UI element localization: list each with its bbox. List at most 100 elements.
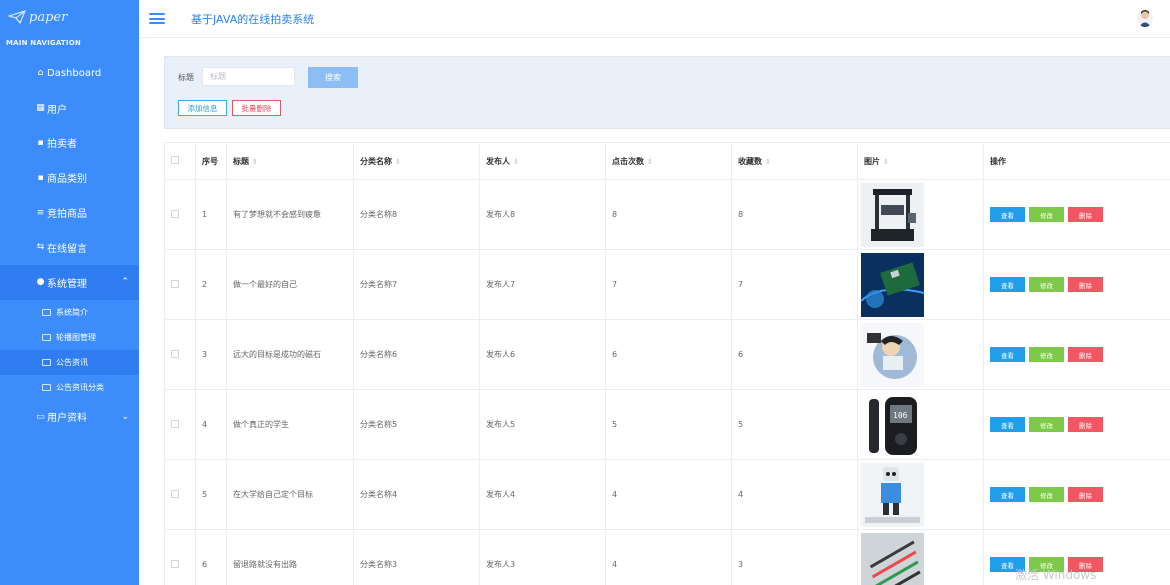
delete-button[interactable]: 删除 xyxy=(1068,487,1103,502)
product-image[interactable] xyxy=(861,322,924,387)
row-actions: 查看 修改 删除 xyxy=(983,319,1170,390)
main-content: 标题 搜索 添加信息 批量删除 序号 标题⇕ 分类名称⇕ 发布人⇕ 点击次数⇕ … xyxy=(139,39,1170,585)
column-header[interactable]: 图片 ⇕ xyxy=(857,142,984,180)
delete-button[interactable]: 删除 xyxy=(1068,417,1103,432)
view-button[interactable]: 查看 xyxy=(990,487,1025,502)
sidebar-subitem-news-category[interactable]: 公告资讯分类 xyxy=(0,375,139,400)
delete-button[interactable]: 删除 xyxy=(1068,207,1103,222)
view-button[interactable]: 查看 xyxy=(990,277,1025,292)
sidebar-item-dashboard[interactable]: ⌂ Dashboard xyxy=(0,56,139,91)
column-header[interactable]: 标题 ⇕ xyxy=(226,142,354,180)
view-button[interactable]: 查看 xyxy=(990,347,1025,362)
search-input[interactable] xyxy=(202,67,295,86)
grid-icon: ▦ xyxy=(36,103,45,114)
edit-button[interactable]: 修改 xyxy=(1029,487,1064,502)
table-row: 4 做个真正的学生 分类名称5 发布人5 5 5 106 查看 修改 删除 xyxy=(164,389,1170,460)
sort-icon[interactable]: ⇕ xyxy=(765,158,771,166)
edit-button[interactable]: 修改 xyxy=(1029,207,1064,222)
edit-button[interactable]: 修改 xyxy=(1029,277,1064,292)
sort-icon[interactable]: ⇕ xyxy=(647,158,653,166)
product-image[interactable] xyxy=(861,532,924,585)
sidebar-subitem-label: 系统简介 xyxy=(56,307,88,317)
sort-icon[interactable]: ⇕ xyxy=(513,158,519,166)
row-title: 远大的目标是成功的磁石 xyxy=(226,319,354,390)
column-header[interactable]: 序号 xyxy=(195,142,227,180)
product-image[interactable] xyxy=(861,462,924,527)
view-button[interactable]: 查看 xyxy=(990,207,1025,222)
product-image[interactable] xyxy=(861,182,924,247)
row-favorites: 5 xyxy=(731,389,858,460)
column-header[interactable]: 收藏数 ⇕ xyxy=(731,142,858,180)
row-select-cell xyxy=(164,249,196,320)
sidebar-subitem-label: 公告资讯分类 xyxy=(56,382,104,392)
row-checkbox[interactable] xyxy=(171,349,179,358)
table-row: 2 做一个最好的自己 分类名称7 发布人7 7 7 查看 修改 删除 xyxy=(164,249,1170,320)
sidebar-item-system[interactable]: ● 系统管理 ⌃ xyxy=(0,264,151,300)
row-favorites: 6 xyxy=(731,319,858,390)
edit-button[interactable]: 修改 xyxy=(1029,347,1064,362)
sidebar-item-profile[interactable]: ▭ 用户资料 ⌄ xyxy=(0,400,139,435)
row-favorites: 7 xyxy=(731,249,858,320)
sidebar-item-label: 用户资料 xyxy=(47,413,87,425)
windows-activation-watermark: 激活 Windows xyxy=(1015,568,1097,582)
row-publisher: 发布人8 xyxy=(479,179,606,250)
sidebar-item-auctioneers[interactable]: ▪ 拍卖者 xyxy=(0,126,139,161)
folder-icon xyxy=(42,333,51,341)
column-header[interactable]: 发布人 ⇕ xyxy=(479,142,606,180)
row-checkbox[interactable] xyxy=(171,279,179,288)
add-button[interactable]: 添加信息 xyxy=(178,100,227,116)
row-checkbox[interactable] xyxy=(171,559,179,568)
sidebar-item-users[interactable]: ▦ 用户 xyxy=(0,91,139,126)
row-title: 做一个最好的自己 xyxy=(226,249,354,320)
row-number: 4 xyxy=(195,389,227,460)
folder-icon xyxy=(42,358,51,366)
sidebar-item-categories[interactable]: ▪ 商品类别 xyxy=(0,160,139,195)
row-clicks: 4 xyxy=(605,459,732,530)
row-checkbox[interactable] xyxy=(171,209,179,218)
search-button[interactable]: 搜索 xyxy=(308,67,358,88)
row-title: 在大学给自己定个目标 xyxy=(226,459,354,530)
sidebar-subitem-intro[interactable]: 系统简介 xyxy=(0,300,139,325)
delete-button[interactable]: 删除 xyxy=(1068,277,1103,292)
chevron-down-icon: ⌄ xyxy=(121,411,129,422)
product-image[interactable]: 106 xyxy=(861,392,924,457)
logo[interactable]: paper xyxy=(0,0,139,34)
sort-icon[interactable]: ⇕ xyxy=(395,158,401,166)
row-checkbox[interactable] xyxy=(171,489,179,498)
sort-icon[interactable]: ⇕ xyxy=(883,158,889,166)
row-clicks: 7 xyxy=(605,249,732,320)
row-category: 分类名称7 xyxy=(353,249,480,320)
row-title: 有了梦想就不会感到疲惫 xyxy=(226,179,354,250)
search-panel: 标题 搜索 添加信息 批量删除 xyxy=(164,56,1170,129)
sidebar-item-messages[interactable]: ⇆ 在线留言 xyxy=(0,230,139,265)
sidebar-subitem-label: 轮播图管理 xyxy=(56,332,96,342)
product-image[interactable] xyxy=(861,252,924,317)
table-row: 1 有了梦想就不会感到疲惫 分类名称8 发布人8 8 8 查看 修改 删除 xyxy=(164,179,1170,250)
row-checkbox[interactable] xyxy=(171,419,179,428)
sidebar-subitem-carousel[interactable]: 轮播图管理 xyxy=(0,325,139,350)
avatar[interactable] xyxy=(1137,9,1153,27)
row-image-cell xyxy=(857,459,984,530)
menu-toggle-icon[interactable] xyxy=(149,13,165,24)
row-favorites: 3 xyxy=(731,529,858,585)
column-header[interactable]: 分类名称 ⇕ xyxy=(353,142,480,180)
row-category: 分类名称5 xyxy=(353,389,480,460)
view-button[interactable]: 查看 xyxy=(990,417,1025,432)
table-row: 5 在大学给自己定个目标 分类名称4 发布人4 4 4 查看 修改 删除 xyxy=(164,459,1170,530)
sidebar-item-auction-goods[interactable]: ≡ 竞拍商品 xyxy=(0,195,139,230)
select-all-checkbox[interactable] xyxy=(171,156,179,164)
delete-button[interactable]: 删除 xyxy=(1068,347,1103,362)
row-number: 2 xyxy=(195,249,227,320)
batch-delete-button[interactable]: 批量删除 xyxy=(232,100,281,116)
sidebar-subitem-news[interactable]: 公告资讯 xyxy=(0,349,151,375)
row-select-cell xyxy=(164,179,196,250)
column-header[interactable]: 点击次数 ⇕ xyxy=(605,142,732,180)
user-icon: ● xyxy=(36,277,45,288)
sort-icon[interactable]: ⇕ xyxy=(252,158,258,166)
page-title: 基于JAVA的在线拍卖系统 xyxy=(191,12,315,26)
sidebar-item-label: 在线留言 xyxy=(47,243,87,255)
search-label: 标题 xyxy=(178,73,194,82)
table-row: 3 远大的目标是成功的磁石 分类名称6 发布人6 6 6 查看 修改 删除 xyxy=(164,319,1170,390)
row-clicks: 5 xyxy=(605,389,732,460)
edit-button[interactable]: 修改 xyxy=(1029,417,1064,432)
